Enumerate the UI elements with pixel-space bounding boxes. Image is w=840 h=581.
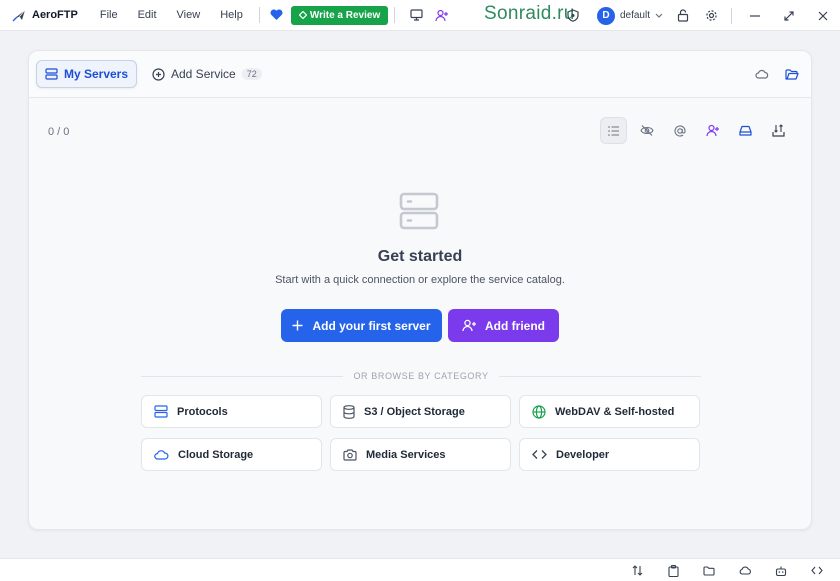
add-first-server-button[interactable]: Add your first server [281,309,442,342]
category-label: Protocols [177,405,228,418]
monitor-icon[interactable] [405,4,427,26]
cloud-icon[interactable] [736,562,754,580]
empty-state-subtitle: Start with a quick connection or explore… [275,274,565,286]
add-friend-tool[interactable] [699,117,726,144]
server-toolbar [600,117,792,144]
hard-drive-icon [739,125,752,136]
transfer-arrows-icon[interactable] [628,562,646,580]
add-friend-label: Add friend [485,318,545,333]
plus-circle-icon [152,67,165,81]
globe-icon [532,404,546,419]
tab-bar: My Servers Add Service 72 [29,51,811,98]
plus-icon [292,320,303,331]
server-icon [154,405,168,418]
category-protocols[interactable]: Protocols [141,395,322,428]
category-label: Media Services [366,448,446,461]
write-review-button[interactable]: Write a Review [290,5,389,25]
tab-add-service-label: Add Service [171,67,236,81]
write-review-label: Write a Review [309,9,381,21]
list-icon [607,125,619,136]
maximize-icon[interactable] [772,0,806,31]
drive-button[interactable] [732,117,759,144]
category-label: Developer [556,448,610,461]
folder-icon[interactable] [700,562,718,580]
server-icon [45,68,58,80]
email-button[interactable] [666,117,693,144]
avatar: D [596,6,615,25]
chevron-down-icon [655,13,663,18]
server-stack-icon [399,192,439,235]
category-label: S3 / Object Storage [364,405,465,418]
status-bar-icons [628,559,826,581]
tab-my-servers-label: My Servers [63,67,129,81]
cloud-icon [154,450,169,460]
category-cloud-storage[interactable]: Cloud Storage [141,438,322,471]
browse-category-label: OR BROWSE BY CATEGORY [353,371,489,381]
close-icon[interactable] [806,0,840,31]
profile-name: default [619,10,650,21]
profile-selector[interactable]: D default [596,6,663,25]
upload-download-icon [772,124,785,137]
category-label: WebDAV & Self-hosted [555,405,675,418]
aeroftp-logo-icon [12,9,26,22]
servers-panel: My Servers Add Service 72 0 / 0 Get star… [28,50,812,530]
user-plus-icon [462,319,476,332]
menu-view[interactable]: View [167,0,211,31]
menu-help[interactable]: Help [210,0,253,31]
folder-open-icon[interactable] [781,63,803,85]
menu-file[interactable]: File [90,0,128,31]
server-counter: 0 / 0 [48,126,70,138]
import-export-button[interactable] [765,117,792,144]
category-media-services[interactable]: Media Services [330,438,511,471]
category-developer[interactable]: Developer [519,438,700,471]
tab-add-service[interactable]: Add Service 72 [152,60,262,88]
lock-icon[interactable] [669,0,697,31]
eye-off-icon [639,125,654,136]
empty-state-title: Get started [377,248,463,265]
hide-button[interactable] [633,117,660,144]
add-first-server-label: Add your first server [312,318,431,333]
user-plus-icon [705,124,719,137]
add-friend-button[interactable]: Add friend [448,309,559,342]
category-webdav-self-hosted[interactable]: WebDAV & Self-hosted [519,395,700,428]
camera-icon [343,448,357,461]
diamond-icon [298,11,307,19]
category-grid: Protocols S3 / Object Storage WebDAV & S… [141,395,700,471]
heart-icon[interactable] [270,9,283,21]
code-icon [532,450,547,459]
cloud-icon[interactable] [751,63,773,85]
user-plus-icon[interactable] [431,4,453,26]
at-sign-icon [673,125,686,137]
title-bar-right: D default [559,0,840,31]
clipboard-icon[interactable] [664,562,682,580]
service-count-badge: 72 [241,68,262,80]
robot-icon[interactable] [772,562,790,580]
separator [394,7,396,23]
divider-line [498,375,701,377]
category-s3-object-storage[interactable]: S3 / Object Storage [330,395,511,428]
menu-bar: File Edit View Help [90,0,253,31]
category-label: Cloud Storage [178,448,254,461]
separator [731,7,732,24]
app-name: AeroFTP [32,9,78,21]
gear-icon[interactable] [697,0,725,31]
app-logo: AeroFTP [12,7,78,23]
tab-bar-actions [751,63,803,85]
minimize-icon[interactable] [738,0,772,31]
divider-line [141,375,344,377]
menu-edit[interactable]: Edit [128,0,167,31]
list-view-button[interactable] [600,117,627,144]
shield-icon[interactable] [559,0,587,31]
status-bar [0,558,840,581]
tab-my-servers[interactable]: My Servers [36,60,137,88]
database-icon [343,404,355,419]
category-divider: OR BROWSE BY CATEGORY [141,369,701,383]
separator [258,7,260,23]
code-icon[interactable] [808,562,826,580]
title-bar: AeroFTP File Edit View Help Write a Revi… [0,0,840,31]
